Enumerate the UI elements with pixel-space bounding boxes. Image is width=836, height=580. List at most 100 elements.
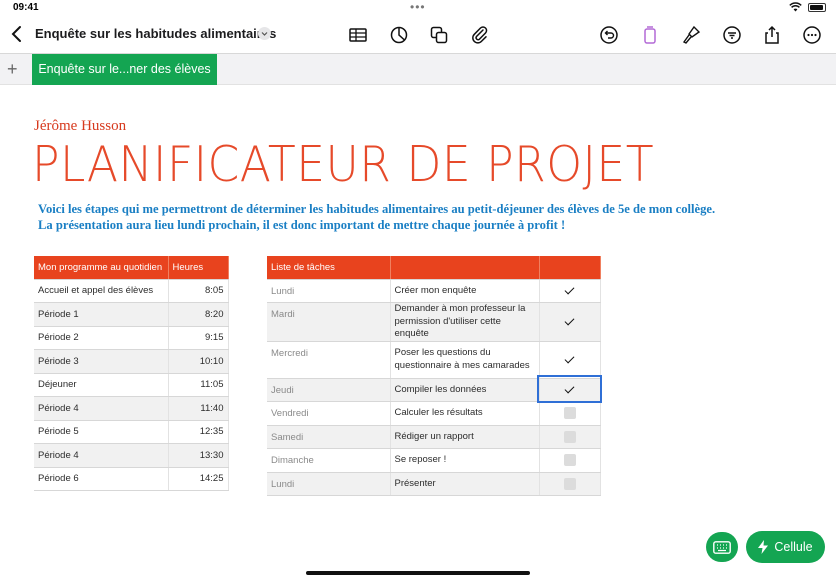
- schedule-time-cell[interactable]: 10:10: [168, 349, 229, 374]
- paperclip-icon[interactable]: [469, 24, 491, 46]
- task-header-empty[interactable]: [390, 256, 540, 280]
- table-row: Samedi Rédiger un rapport: [267, 425, 601, 449]
- unchecked-checkbox[interactable]: [563, 430, 576, 443]
- format-icon[interactable]: [639, 24, 661, 46]
- schedule-body: Accueil et appel des élèves 8:05 Période 1…: [34, 279, 229, 491]
- schedule-activity-cell[interactable]: Période 2: [34, 326, 169, 350]
- keyboard-icon: [713, 540, 731, 554]
- task-description-cell[interactable]: Demander à mon professeur la permission …: [390, 302, 540, 342]
- paintbrush-icon[interactable]: [680, 24, 702, 46]
- task-table[interactable]: Liste de tâches Lundi Créer mon enquête Ma…: [267, 256, 601, 496]
- checked-checkbox[interactable]: [564, 285, 576, 297]
- share-icon[interactable]: [761, 24, 783, 46]
- table-row: Période 6 14:25: [34, 467, 229, 491]
- schedule-activity-cell[interactable]: Accueil et appel des élèves: [34, 279, 169, 303]
- checked-checkbox[interactable]: [564, 316, 576, 328]
- table-row: Lundi Créer mon enquête: [267, 279, 601, 303]
- task-checkbox-cell[interactable]: [539, 378, 601, 402]
- more-icon[interactable]: [801, 24, 823, 46]
- schedule-time-cell[interactable]: 9:15: [168, 326, 229, 350]
- schedule-time-cell[interactable]: 8:05: [168, 279, 229, 303]
- schedule-activity-cell[interactable]: Période 4: [34, 443, 169, 468]
- task-checkbox-cell[interactable]: [539, 401, 601, 426]
- table-row: Accueil et appel des élèves 8:05: [34, 279, 229, 303]
- task-checkbox-cell[interactable]: [539, 448, 601, 473]
- cell-button-label: Cellule: [774, 540, 813, 554]
- home-indicator[interactable]: [306, 571, 530, 575]
- schedule-time-cell[interactable]: 11:05: [168, 373, 229, 397]
- schedule-header-hours[interactable]: Heures: [168, 256, 229, 280]
- tab-active-sheet[interactable]: Enquête sur le...ner des élèves: [32, 54, 217, 85]
- undo-icon[interactable]: [598, 24, 620, 46]
- schedule-header-program[interactable]: Mon programme au quotidien: [34, 256, 169, 280]
- schedule-time-cell[interactable]: 13:30: [168, 443, 229, 468]
- author-name[interactable]: Jérôme Husson: [34, 118, 126, 135]
- task-day-cell[interactable]: Jeudi: [267, 378, 391, 402]
- task-description-cell[interactable]: Rédiger un rapport: [390, 425, 540, 449]
- checked-checkbox[interactable]: [564, 354, 576, 366]
- unchecked-checkbox[interactable]: [563, 407, 576, 420]
- page-heading[interactable]: PLANIFICATEUR DE PROJET: [32, 136, 654, 193]
- task-description-cell[interactable]: Présenter: [390, 472, 540, 496]
- unchecked-checkbox[interactable]: [563, 477, 576, 490]
- task-day-cell[interactable]: Dimanche: [267, 448, 391, 473]
- chevron-down-icon[interactable]: [258, 27, 271, 40]
- task-checkbox-cell[interactable]: [539, 279, 601, 303]
- back-icon[interactable]: [8, 24, 28, 44]
- task-header-check[interactable]: [539, 256, 601, 280]
- intro-line-1: Voici les étapes qui me permettront de d…: [38, 202, 716, 216]
- task-day-cell[interactable]: Mercredi: [267, 341, 391, 379]
- table-row: Jeudi Compiler les données: [267, 378, 601, 402]
- document-title[interactable]: Enquête sur les habitudes alimentaires: [35, 26, 276, 41]
- schedule-activity-cell[interactable]: Période 6: [34, 467, 169, 491]
- task-header-list[interactable]: Liste de tâches: [267, 256, 391, 280]
- table-icon[interactable]: [347, 24, 369, 46]
- table-row: Période 5 12:35: [34, 420, 229, 444]
- task-description-cell[interactable]: Compiler les données: [390, 378, 540, 402]
- task-description-cell[interactable]: Créer mon enquête: [390, 279, 540, 303]
- table-row: Période 1 8:20: [34, 302, 229, 327]
- cell-button[interactable]: Cellule: [746, 531, 825, 563]
- shape-icon[interactable]: [428, 24, 450, 46]
- table-row: Mercredi Poser les questions du questionn…: [267, 341, 601, 379]
- task-header-row: Liste de tâches: [267, 256, 601, 280]
- task-description-cell[interactable]: Se reposer !: [390, 448, 540, 473]
- schedule-time-cell[interactable]: 14:25: [168, 467, 229, 491]
- schedule-table[interactable]: Mon programme au quotidien Heures Accuei…: [34, 256, 229, 491]
- table-row: Période 3 10:10: [34, 349, 229, 374]
- task-description-cell[interactable]: Calculer les résultats: [390, 401, 540, 426]
- task-body: Lundi Créer mon enquête Mardi Demander à mo…: [267, 279, 601, 496]
- task-day-cell[interactable]: Lundi: [267, 472, 391, 496]
- task-day-cell[interactable]: Samedi: [267, 425, 391, 449]
- task-day-cell[interactable]: Mardi: [267, 302, 391, 342]
- schedule-time-cell[interactable]: 11:40: [168, 396, 229, 421]
- schedule-time-cell[interactable]: 12:35: [168, 420, 229, 444]
- task-day-cell[interactable]: Vendredi: [267, 401, 391, 426]
- battery-icon: [808, 2, 826, 12]
- schedule-activity-cell[interactable]: Période 3: [34, 349, 169, 374]
- schedule-activity-cell[interactable]: Période 1: [34, 302, 169, 327]
- schedule-header-row: Mon programme au quotidien Heures: [34, 256, 229, 280]
- lightning-icon: [758, 540, 769, 554]
- table-row: Lundi Présenter: [267, 472, 601, 496]
- schedule-activity-cell[interactable]: Période 5: [34, 420, 169, 444]
- task-checkbox-cell[interactable]: [539, 341, 601, 379]
- intro-text[interactable]: Voici les étapes qui me permettront de d…: [38, 201, 828, 233]
- task-checkbox-cell[interactable]: [539, 425, 601, 449]
- add-sheet-button[interactable]: +: [7, 59, 18, 79]
- table-row: Déjeuner 11:05: [34, 373, 229, 397]
- unchecked-checkbox[interactable]: [563, 454, 576, 467]
- task-day-cell[interactable]: Lundi: [267, 279, 391, 303]
- filter-icon[interactable]: [721, 24, 743, 46]
- sheet-tab-bar: + Enquête sur le...ner des élèves: [0, 54, 836, 85]
- task-checkbox-cell[interactable]: [539, 302, 601, 342]
- schedule-activity-cell[interactable]: Déjeuner: [34, 373, 169, 397]
- checked-checkbox[interactable]: [564, 384, 576, 396]
- task-description-cell[interactable]: Poser les questions du questionnaire à m…: [390, 341, 540, 379]
- schedule-time-cell[interactable]: 8:20: [168, 302, 229, 327]
- multitasking-dots[interactable]: •••: [410, 0, 426, 14]
- chart-icon[interactable]: [388, 24, 410, 46]
- task-checkbox-cell[interactable]: [539, 472, 601, 496]
- keyboard-button[interactable]: [706, 532, 738, 562]
- schedule-activity-cell[interactable]: Période 4: [34, 396, 169, 421]
